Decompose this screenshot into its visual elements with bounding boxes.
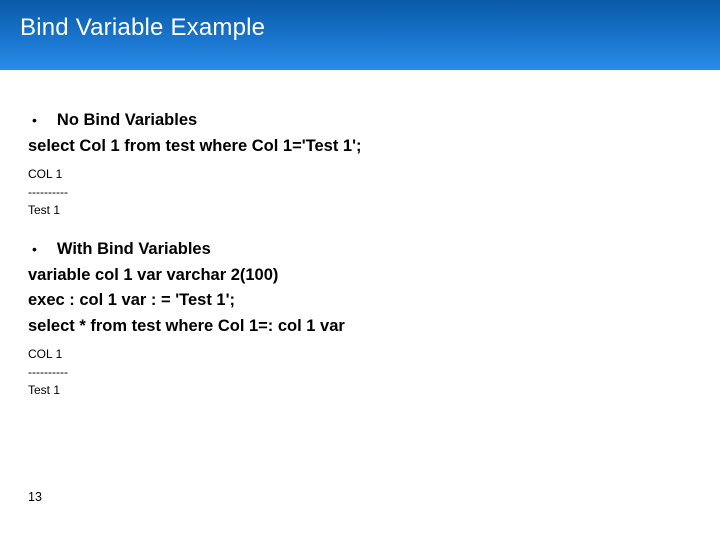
output-separator: ---------- bbox=[28, 363, 692, 381]
page-number: 13 bbox=[28, 490, 42, 504]
bullet-no-bind-label: No Bind Variables bbox=[57, 108, 197, 134]
output-col-header: COL 1 bbox=[28, 165, 692, 183]
slide: Bind Variable Example • No Bind Variable… bbox=[0, 0, 720, 540]
bullet-dot-icon: • bbox=[32, 112, 37, 128]
with-bind-output: COL 1 ---------- Test 1 bbox=[28, 345, 692, 399]
with-bind-select: select * from test where Col 1=: col 1 v… bbox=[28, 314, 692, 340]
slide-body: • No Bind Variables select Col 1 from te… bbox=[0, 70, 720, 399]
bullet-dot-icon: • bbox=[32, 241, 37, 257]
bullet-with-bind-label: With Bind Variables bbox=[57, 237, 211, 263]
slide-title: Bind Variable Example bbox=[20, 14, 700, 42]
output-col-header: COL 1 bbox=[28, 345, 692, 363]
with-bind-exec: exec : col 1 var : = 'Test 1'; bbox=[28, 288, 692, 314]
output-value: Test 1 bbox=[28, 201, 692, 219]
bullet-with-bind: • With Bind Variables bbox=[28, 237, 692, 263]
output-separator: ---------- bbox=[28, 183, 692, 201]
slide-header: Bind Variable Example bbox=[0, 0, 720, 70]
output-value: Test 1 bbox=[28, 381, 692, 399]
with-bind-var: variable col 1 var varchar 2(100) bbox=[28, 263, 692, 289]
bullet-no-bind: • No Bind Variables bbox=[28, 108, 692, 134]
no-bind-output: COL 1 ---------- Test 1 bbox=[28, 165, 692, 219]
no-bind-query: select Col 1 from test where Col 1='Test… bbox=[28, 134, 692, 160]
